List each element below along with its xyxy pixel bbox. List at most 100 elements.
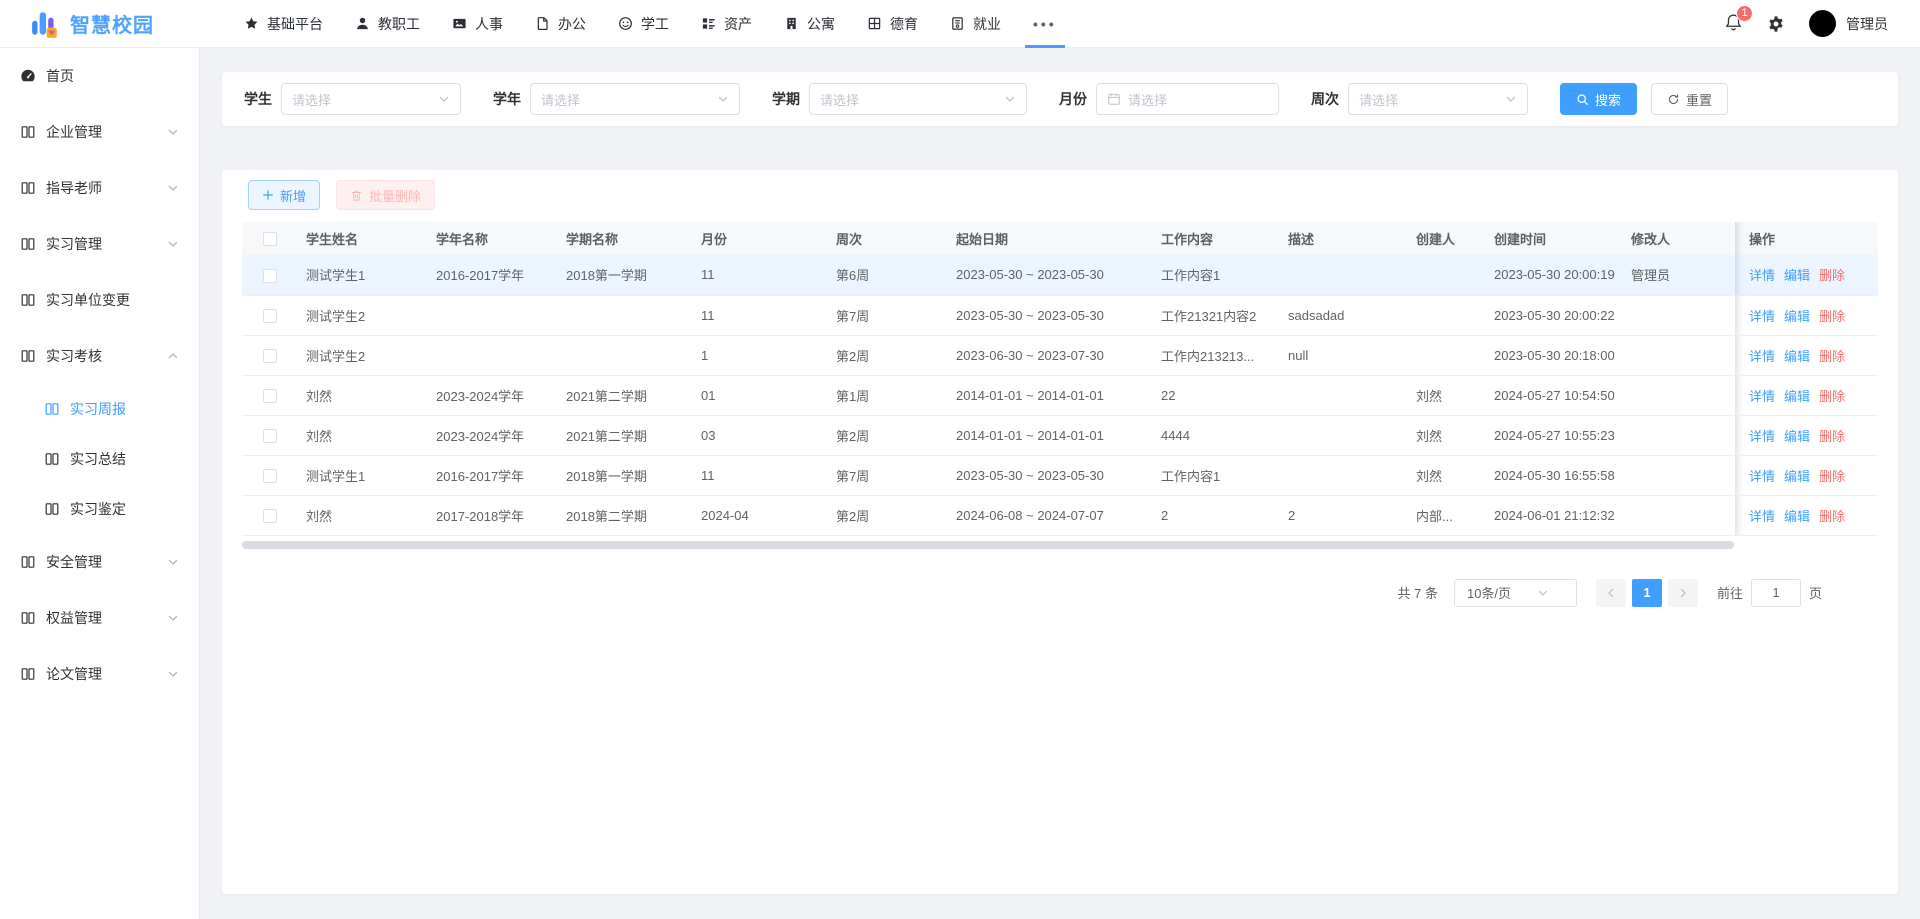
- sidebar-item-4[interactable]: 实习单位变更: [0, 272, 199, 328]
- sidebar-item-6[interactable]: 安全管理: [0, 534, 199, 590]
- table-cell: 第7周: [828, 455, 948, 495]
- chevron-down-icon: [438, 93, 450, 105]
- nav-item-1[interactable]: 教职工: [339, 0, 436, 48]
- table-cell: [1623, 455, 1735, 495]
- row-checkbox[interactable]: [263, 429, 277, 443]
- row-checkbox[interactable]: [263, 389, 277, 403]
- action-detail[interactable]: 详情: [1749, 309, 1775, 324]
- action-delete[interactable]: 删除: [1819, 349, 1845, 364]
- action-edit[interactable]: 编辑: [1784, 509, 1810, 524]
- student-icon: [618, 16, 633, 31]
- action-delete[interactable]: 删除: [1819, 268, 1845, 283]
- school-year-select[interactable]: 请选择: [530, 83, 740, 115]
- action-delete[interactable]: 删除: [1819, 509, 1845, 524]
- notifications-button[interactable]: 1: [1724, 13, 1743, 35]
- table-cell: 4444: [1153, 415, 1280, 455]
- week-select[interactable]: 请选择: [1348, 83, 1528, 115]
- action-detail[interactable]: 详情: [1749, 389, 1775, 404]
- sidebar-item-8[interactable]: 论文管理: [0, 646, 199, 702]
- next-page-button[interactable]: [1668, 579, 1698, 607]
- add-button-label: 新增: [280, 186, 306, 205]
- select-all-checkbox[interactable]: [263, 232, 277, 246]
- gear-icon[interactable]: [1767, 15, 1785, 33]
- sidebar-item-5-2[interactable]: 实习鉴定: [0, 484, 199, 534]
- filter-label: 学生: [244, 89, 272, 109]
- page-number-1[interactable]: 1: [1632, 579, 1662, 607]
- reset-button[interactable]: 重置: [1651, 83, 1728, 115]
- table-cell: 2023-2024学年: [428, 375, 558, 415]
- page-size-select[interactable]: 10条/页: [1454, 579, 1577, 607]
- nav-item-label: 公寓: [807, 14, 835, 34]
- table-cell: 2021第二学期: [558, 415, 693, 455]
- office-icon: [535, 16, 550, 31]
- table-cell: 2018第一学期: [558, 455, 693, 495]
- add-button[interactable]: 新增: [248, 180, 320, 210]
- sidebar-item-label: 安全管理: [46, 552, 102, 572]
- horizontal-scrollbar: [242, 541, 1878, 549]
- chevron-down-icon: [1505, 93, 1517, 105]
- goto-page-input[interactable]: [1751, 579, 1801, 607]
- row-actions: 详情编辑删除: [1735, 255, 1878, 295]
- sidebar-item-1[interactable]: 企业管理: [0, 104, 199, 160]
- prev-page-button[interactable]: [1596, 579, 1626, 607]
- semester-select[interactable]: 请选择: [809, 83, 1027, 115]
- sidebar-item-3[interactable]: 实习管理: [0, 216, 199, 272]
- book-icon: [44, 401, 60, 417]
- nav-item-9[interactable]: •••: [1017, 0, 1073, 48]
- sidebar-item-7[interactable]: 权益管理: [0, 590, 199, 646]
- row-checkbox[interactable]: [263, 349, 277, 363]
- student-select[interactable]: 请选择: [281, 83, 461, 115]
- nav-item-7[interactable]: 德育: [851, 0, 934, 48]
- nav-item-3[interactable]: 办公: [519, 0, 602, 48]
- user-menu[interactable]: 管理员: [1809, 10, 1888, 37]
- action-delete[interactable]: 删除: [1819, 469, 1845, 484]
- month-date-picker[interactable]: 请选择: [1096, 83, 1279, 115]
- sidebar-item-label: 企业管理: [46, 122, 102, 142]
- chevron-down-icon: [1517, 587, 1568, 599]
- sidebar-item-0[interactable]: 首页: [0, 48, 199, 104]
- action-edit[interactable]: 编辑: [1784, 349, 1810, 364]
- calendar-icon: [1107, 92, 1121, 106]
- sidebar-item-2[interactable]: 指导老师: [0, 160, 199, 216]
- nav-item-0[interactable]: 基础平台: [228, 0, 339, 48]
- action-detail[interactable]: 详情: [1749, 349, 1775, 364]
- action-edit[interactable]: 编辑: [1784, 268, 1810, 283]
- nav-item-6[interactable]: 公寓: [768, 0, 851, 48]
- action-delete[interactable]: 删除: [1819, 429, 1845, 444]
- table-cell: 刘然: [298, 495, 428, 535]
- batch-delete-button[interactable]: 批量删除: [336, 180, 435, 210]
- nav-item-2[interactable]: 人事: [436, 0, 519, 48]
- row-checkbox[interactable]: [263, 509, 277, 523]
- chevron-down-icon: [167, 668, 179, 680]
- action-delete[interactable]: 删除: [1819, 389, 1845, 404]
- nav-item-label: •••: [1033, 16, 1057, 32]
- sidebar-item-5[interactable]: 实习考核: [0, 328, 199, 384]
- action-detail[interactable]: 详情: [1749, 509, 1775, 524]
- star-icon: [244, 16, 259, 31]
- action-delete[interactable]: 删除: [1819, 309, 1845, 324]
- table-cell: 第2周: [828, 415, 948, 455]
- nav-item-5[interactable]: 资产: [685, 0, 768, 48]
- table-cell: 2024-06-08 ~ 2024-07-07: [948, 495, 1153, 535]
- table-cell: 工作21321内容2: [1153, 295, 1280, 335]
- action-edit[interactable]: 编辑: [1784, 389, 1810, 404]
- action-detail[interactable]: 详情: [1749, 268, 1775, 283]
- row-checkbox[interactable]: [263, 309, 277, 323]
- action-edit[interactable]: 编辑: [1784, 469, 1810, 484]
- action-edit[interactable]: 编辑: [1784, 309, 1810, 324]
- sidebar-item-5-1[interactable]: 实习总结: [0, 434, 199, 484]
- app-logo[interactable]: 智慧校园: [0, 9, 212, 39]
- action-edit[interactable]: 编辑: [1784, 429, 1810, 444]
- horizontal-scrollbar-thumb[interactable]: [242, 541, 1734, 549]
- search-button[interactable]: 搜索: [1560, 83, 1637, 115]
- nav-item-8[interactable]: 就业: [934, 0, 1017, 48]
- table-cell: 第1周: [828, 375, 948, 415]
- nav-item-4[interactable]: 学工: [602, 0, 685, 48]
- row-checkbox[interactable]: [263, 469, 277, 483]
- action-detail[interactable]: 详情: [1749, 469, 1775, 484]
- table-cell: [1623, 295, 1735, 335]
- sidebar-item-5-0[interactable]: 实习周报: [0, 384, 199, 434]
- row-checkbox[interactable]: [263, 269, 277, 283]
- table-row-2: 测试学生21第2周2023-06-30 ~ 2023-07-30工作内21321…: [242, 335, 1878, 375]
- action-detail[interactable]: 详情: [1749, 429, 1775, 444]
